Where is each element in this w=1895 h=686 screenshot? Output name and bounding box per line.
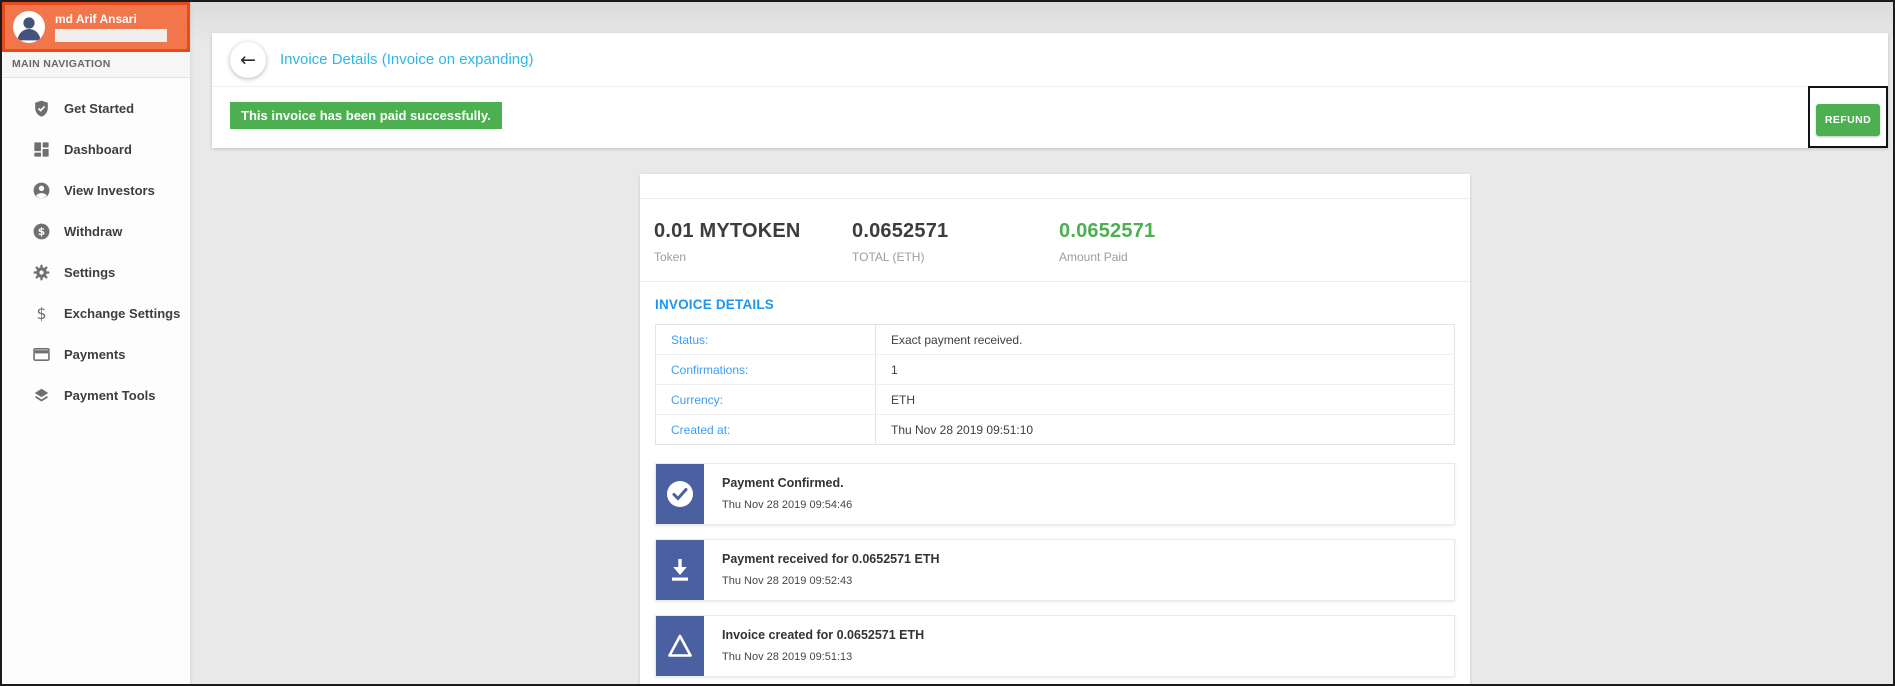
user-name: md Arif Ansari [55, 12, 137, 26]
invoice-details-title: INVOICE DETAILS [655, 297, 775, 312]
sidebar-item-exchange-settings[interactable]: $ Exchange Settings [2, 293, 190, 334]
stat-token-value: 0.01 MYTOKEN [654, 220, 801, 242]
user-email-redacted-bar [55, 29, 167, 42]
dollar-circle-icon: $ [33, 223, 50, 240]
sidebar-item-payments[interactable]: Payments [2, 334, 190, 375]
triangle-icon [668, 634, 692, 657]
refund-button[interactable]: REFUND [1815, 104, 1881, 136]
person-circle-icon [33, 182, 50, 199]
stat-total-eth: 0.0652571 TOTAL (ETH) [852, 220, 1059, 264]
sidebar-item-dashboard[interactable]: Dashboard [2, 129, 190, 170]
row-label: Status: [655, 324, 876, 355]
row-value: ETH [875, 384, 1455, 415]
layers-icon [34, 388, 49, 402]
invoice-details-table: Status: Exact payment received. Confirma… [655, 324, 1455, 445]
sidebar-item-settings[interactable]: Settings [2, 252, 190, 293]
timeline-title: Payment received for 0.0652571 ETH [722, 552, 940, 566]
timeline-icon-block [656, 540, 704, 600]
back-button[interactable]: ← [230, 41, 266, 78]
user-profile-header[interactable]: md Arif Ansari [2, 2, 190, 52]
title-row: ← Invoice Details (Invoice on expanding) [212, 33, 1888, 87]
invoice-card: 0.01 MYTOKEN Token 0.0652571 TOTAL (ETH)… [640, 174, 1470, 684]
timeline-item-payment-received: Payment received for 0.0652571 ETH Thu N… [655, 539, 1455, 601]
page-title: Invoice Details (Invoice on expanding) [280, 51, 534, 68]
gear-icon [33, 264, 50, 281]
sidebar-menu: Get Started Dashboard View Investors $ W… [2, 78, 190, 416]
sidebar-item-payment-tools[interactable]: Payment Tools [2, 375, 190, 416]
table-row-status: Status: Exact payment received. [655, 324, 1455, 355]
sidebar-item-label: Get Started [64, 101, 135, 116]
shield-check-icon [35, 100, 48, 117]
stat-total-value: 0.0652571 [852, 220, 949, 242]
table-row-created-at: Created at: Thu Nov 28 2019 09:51:10 [655, 414, 1455, 445]
invoice-card-top-strip [640, 174, 1470, 199]
sidebar-item-withdraw[interactable]: $ Withdraw [2, 211, 190, 252]
timeline-icon-block [656, 464, 704, 524]
arrow-left-icon: ← [240, 48, 256, 71]
sidebar-item-label: Payment Tools [64, 388, 156, 403]
svg-text:$: $ [38, 225, 45, 238]
sidebar-item-label: Exchange Settings [64, 306, 181, 321]
row-label: Confirmations: [655, 354, 876, 385]
banner-row: This invoice has been paid successfully.… [212, 86, 1888, 148]
credit-card-icon [33, 348, 50, 361]
timeline-item-payment-confirmed: Payment Confirmed. Thu Nov 28 2019 09:54… [655, 463, 1455, 525]
table-row-currency: Currency: ETH [655, 384, 1455, 415]
timeline-date: Thu Nov 28 2019 09:52:43 [722, 575, 853, 587]
stat-total-label: TOTAL (ETH) [852, 250, 925, 264]
timeline-item-invoice-created: Invoice created for 0.0652571 ETH Thu No… [655, 615, 1455, 677]
person-icon [17, 17, 41, 41]
timeline-title: Invoice created for 0.0652571 ETH [722, 628, 925, 642]
stat-amount-paid-label: Amount Paid [1059, 250, 1128, 264]
sidebar-item-label: Dashboard [64, 142, 132, 157]
dollar-icon: $ [36, 304, 46, 323]
stat-token-label: Token [654, 250, 687, 264]
stat-token: 0.01 MYTOKEN Token [654, 220, 852, 264]
refund-highlight-box: REFUND [1808, 86, 1888, 148]
timeline-date: Thu Nov 28 2019 09:51:13 [722, 651, 853, 663]
sidebar-item-label: Settings [64, 265, 116, 280]
timeline-icon-block [656, 616, 704, 676]
app-window: md Arif Ansari MAIN NAVIGATION Get Start… [0, 0, 1895, 686]
row-label: Currency: [655, 384, 876, 415]
stat-amount-paid: 0.0652571 Amount Paid [1059, 220, 1155, 264]
timeline-title: Payment Confirmed. [722, 476, 844, 490]
sidebar: md Arif Ansari MAIN NAVIGATION Get Start… [2, 2, 190, 684]
invoice-stats-row: 0.01 MYTOKEN Token 0.0652571 TOTAL (ETH)… [640, 199, 1470, 282]
stat-amount-paid-value: 0.0652571 [1059, 220, 1156, 242]
check-circle-icon [667, 481, 693, 507]
invoice-timeline: Payment Confirmed. Thu Nov 28 2019 09:54… [640, 445, 1470, 677]
svg-text:$: $ [36, 304, 46, 323]
page-header-card: ← Invoice Details (Invoice on expanding)… [212, 33, 1888, 148]
timeline-date: Thu Nov 28 2019 09:54:46 [722, 499, 853, 511]
invoice-details-section: INVOICE DETAILS Status: Exact payment re… [640, 282, 1470, 445]
row-value: Thu Nov 28 2019 09:51:10 [891, 422, 1034, 437]
success-banner: This invoice has been paid successfully. [230, 102, 502, 129]
sidebar-section-label: MAIN NAVIGATION [2, 52, 190, 78]
sidebar-item-get-started[interactable]: Get Started [2, 88, 190, 129]
sidebar-item-view-investors[interactable]: View Investors [2, 170, 190, 211]
row-value: Exact payment received. [875, 324, 1455, 355]
dashboard-icon [34, 142, 49, 157]
sidebar-item-label: Payments [64, 347, 126, 362]
sidebar-item-label: View Investors [64, 183, 155, 198]
download-icon [672, 559, 688, 581]
table-row-confirmations: Confirmations: 1 [655, 354, 1455, 385]
row-label: Created at: [655, 414, 876, 445]
row-value: 1 [875, 354, 1455, 385]
sidebar-item-label: Withdraw [64, 224, 123, 239]
avatar [13, 11, 45, 43]
